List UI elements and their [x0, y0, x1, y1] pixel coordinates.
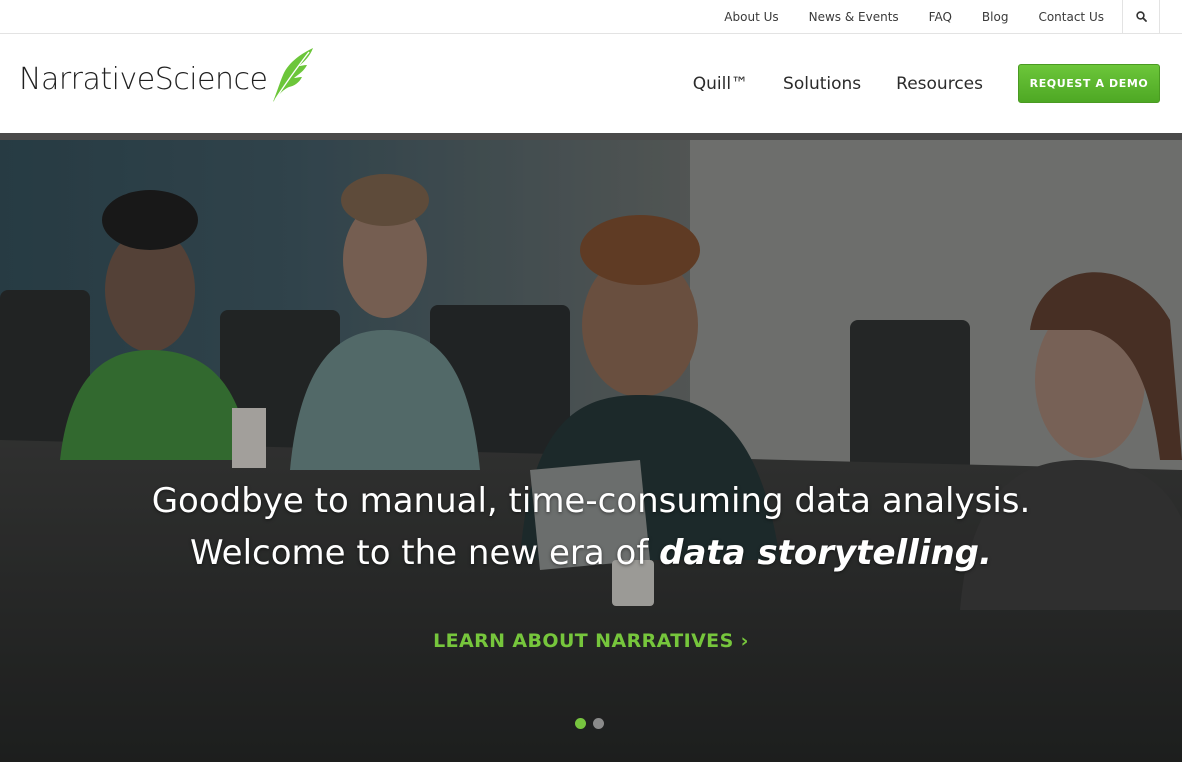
nav-item-quill[interactable]: Quill™ [693, 74, 748, 94]
logo-wordmark-science: Science [154, 62, 268, 97]
hero-overlay [0, 140, 1182, 762]
slider-dot-2[interactable] [593, 718, 604, 729]
primary-nav: Quill™ Solutions Resources REQUEST A DEM… [693, 34, 1182, 133]
utility-link-contact-us[interactable]: Contact Us [1038, 10, 1104, 24]
utility-link-faq[interactable]: FAQ [929, 10, 952, 24]
hero-headline-emphasis: data storytelling [659, 533, 980, 573]
slider-pagination [575, 718, 611, 729]
logo-wordmark-narrative: Narrative [19, 62, 155, 97]
hero-headline: Goodbye to manual, time-consuming data a… [0, 475, 1182, 579]
request-demo-button[interactable]: REQUEST A DEMO [1018, 64, 1160, 103]
utility-link-about-us[interactable]: About Us [724, 10, 778, 24]
nav-item-solutions[interactable]: Solutions [783, 74, 861, 94]
search-button[interactable] [1122, 0, 1160, 33]
hero-headline-period: . [979, 533, 992, 573]
utility-bar: About Us News & Events FAQ Blog Contact … [0, 0, 1182, 34]
search-icon [1135, 11, 1147, 22]
slider-dot-1[interactable] [575, 718, 586, 729]
hero-headline-prefix: Welcome to the new era of [190, 533, 660, 573]
hero-cta-wrapper: LEARN ABOUT NARRATIVES › [0, 630, 1182, 652]
main-header: NarrativeScience Quill™ Solutions Resour… [0, 34, 1182, 133]
site-logo[interactable]: NarrativeScience [19, 47, 315, 105]
nav-item-resources[interactable]: Resources [896, 74, 983, 94]
utility-link-news-events[interactable]: News & Events [809, 10, 899, 24]
hero-slider: Goodbye to manual, time-consuming data a… [0, 140, 1182, 762]
header-divider [0, 133, 1182, 140]
learn-about-narratives-link[interactable]: LEARN ABOUT NARRATIVES › [433, 630, 749, 652]
utility-nav: About Us News & Events FAQ Blog Contact … [724, 0, 1160, 33]
logo-wordmark: NarrativeScience [19, 62, 268, 97]
hero-headline-line-2: Welcome to the new era of data storytell… [0, 527, 1182, 579]
hero-headline-line-1: Goodbye to manual, time-consuming data a… [151, 481, 1031, 521]
utility-link-blog[interactable]: Blog [982, 10, 1009, 24]
quill-icon [273, 48, 314, 102]
